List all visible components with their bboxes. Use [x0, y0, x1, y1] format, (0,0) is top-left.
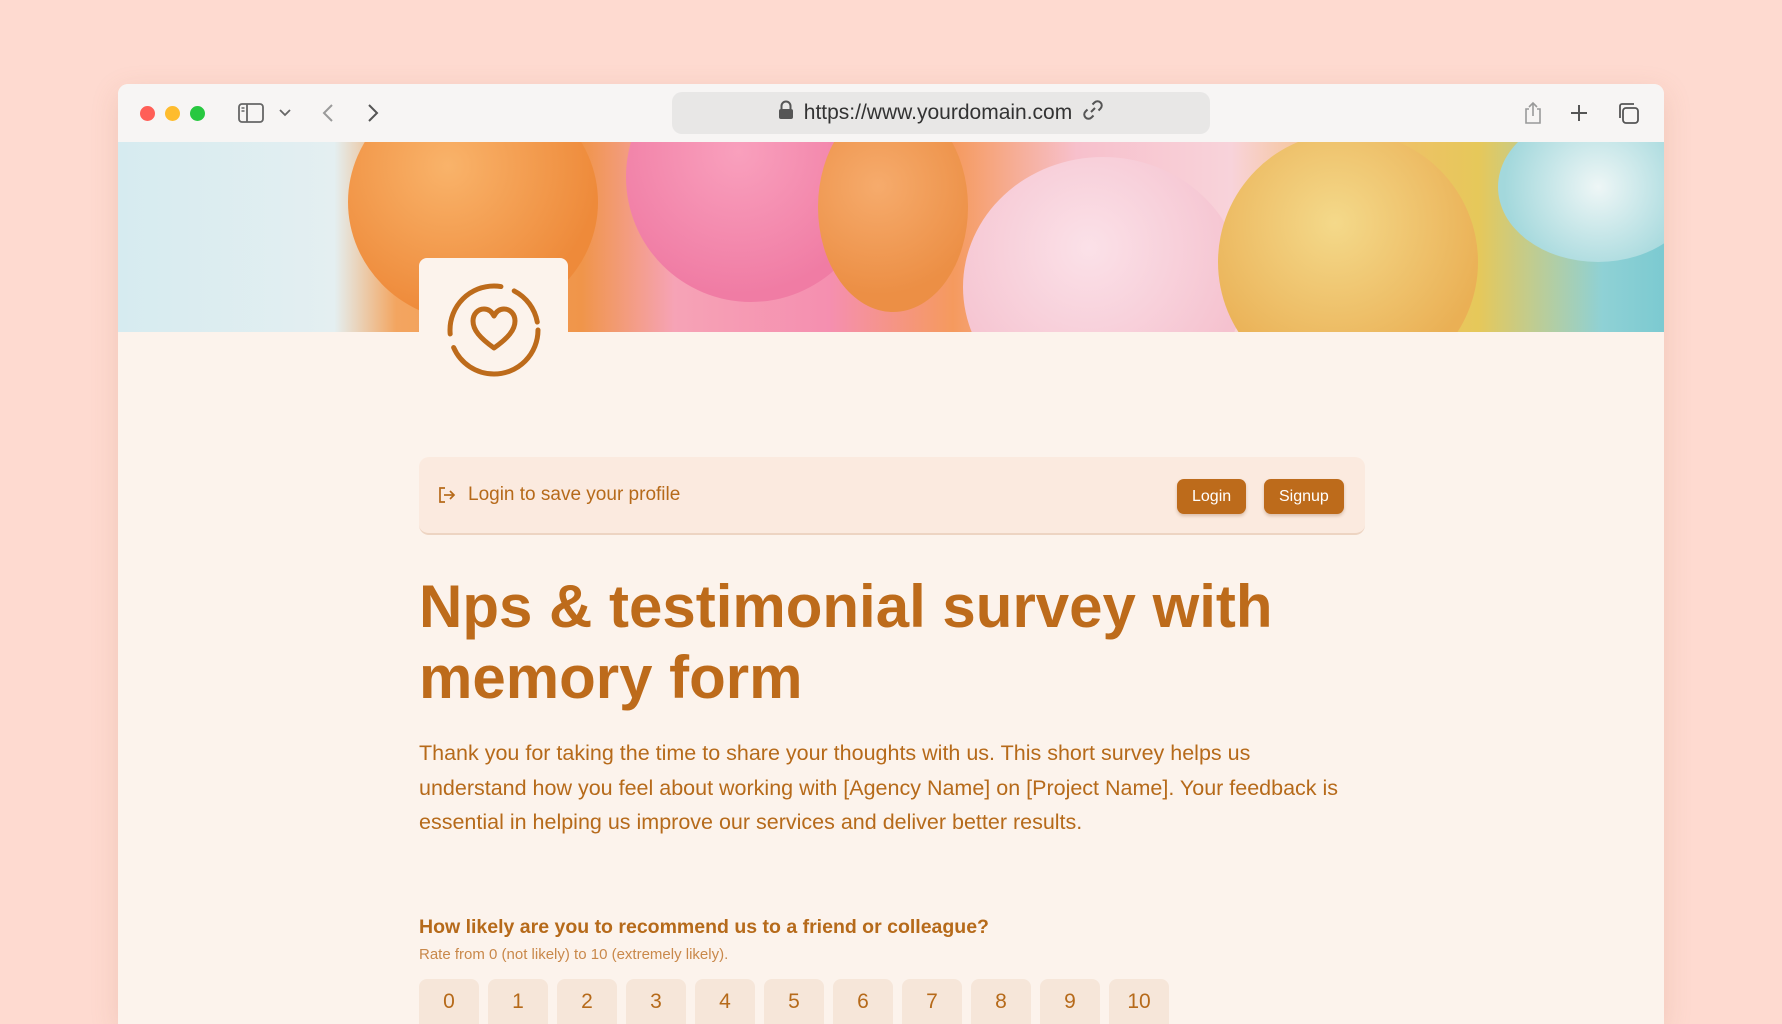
nps-option-9[interactable]: 9 — [1040, 979, 1100, 1024]
browser-toolbar: https://www.yourdomain.com — [118, 84, 1664, 143]
browser-window: https://www.yourdomain.com Login to save… — [118, 84, 1664, 1024]
close-window-button[interactable] — [140, 106, 155, 121]
signup-button[interactable]: Signup — [1264, 479, 1344, 514]
login-icon — [437, 485, 457, 510]
nps-option-3[interactable]: 3 — [626, 979, 686, 1024]
url-text: https://www.yourdomain.com — [803, 101, 1073, 124]
login-prompt-text: Login to save your profile — [468, 484, 681, 505]
plus-icon[interactable] — [1569, 98, 1589, 128]
nps-option-5[interactable]: 5 — [764, 979, 824, 1024]
share-icon[interactable] — [1523, 98, 1543, 128]
nps-question-hint: Rate from 0 (not likely) to 10 (extremel… — [419, 946, 729, 963]
header-banner-image — [118, 142, 1664, 332]
login-button[interactable]: Login — [1177, 479, 1247, 514]
heart-circle-icon — [442, 278, 546, 387]
sidebar-icon[interactable] — [238, 98, 264, 128]
form-logo — [419, 258, 568, 407]
link-icon[interactable] — [1082, 99, 1104, 127]
nps-option-2[interactable]: 2 — [557, 979, 617, 1024]
nps-option-0[interactable]: 0 — [419, 979, 479, 1024]
nps-question-label: How likely are you to recommend us to a … — [419, 916, 989, 938]
chevron-down-icon[interactable] — [279, 98, 291, 128]
nps-option-10[interactable]: 10 — [1109, 979, 1169, 1024]
lock-icon — [778, 100, 794, 126]
nps-rating-scale: 0 1 2 3 4 5 6 7 8 9 10 — [419, 979, 1169, 1024]
nps-option-1[interactable]: 1 — [488, 979, 548, 1024]
nps-option-7[interactable]: 7 — [902, 979, 962, 1024]
back-icon[interactable] — [322, 98, 334, 128]
minimize-window-button[interactable] — [165, 106, 180, 121]
form-description: Thank you for taking the time to share y… — [419, 741, 1339, 834]
nps-option-6[interactable]: 6 — [833, 979, 893, 1024]
tabs-icon[interactable] — [1616, 98, 1640, 128]
nps-option-4[interactable]: 4 — [695, 979, 755, 1024]
maximize-window-button[interactable] — [190, 106, 205, 121]
form-title: Nps & testimonial survey with memory for… — [419, 573, 1273, 711]
nps-option-8[interactable]: 8 — [971, 979, 1031, 1024]
address-bar[interactable]: https://www.yourdomain.com — [672, 92, 1210, 134]
forward-icon[interactable] — [367, 98, 379, 128]
login-banner: Login to save your profile Login Signup — [419, 457, 1365, 535]
